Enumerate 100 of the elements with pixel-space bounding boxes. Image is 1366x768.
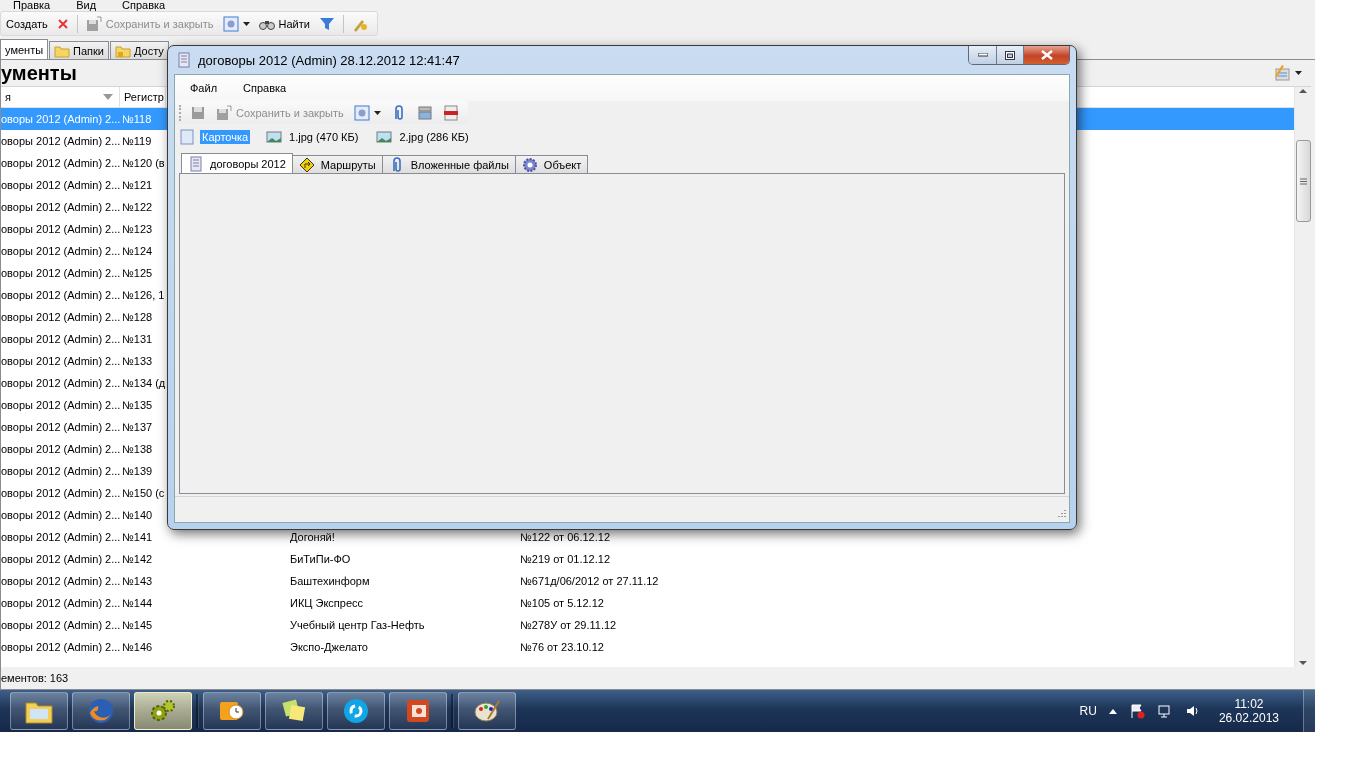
table-cell: Догоняй! — [290, 531, 335, 543]
taskbar-button[interactable] — [265, 692, 323, 730]
table-row[interactable]: оворы 2012 (Admin) 2...№142 БиТиПи-ФО №219 от 01.12.12 — [1, 548, 1294, 570]
table-cell: оворы 2012 (Admin) 2... — [1, 355, 121, 367]
table-cell: ИКЦ Экспресс — [290, 597, 364, 609]
settings-icon — [353, 104, 370, 121]
table-cell: №124 — [122, 245, 153, 257]
table-cell: Баштехинформ — [290, 575, 370, 587]
table-cell: №135 — [122, 399, 153, 411]
menu-item[interactable]: Справка — [243, 82, 287, 94]
table-cell: оворы 2012 (Admin) 2... — [1, 377, 121, 389]
close-icon — [1040, 50, 1053, 60]
table-row[interactable]: оворы 2012 (Admin) 2...№143 Баштехинформ №671д/06/2012 от 27.11.12 — [1, 570, 1294, 592]
table-cell: Экспо-Джелато — [290, 641, 368, 653]
taskbar-button[interactable] — [389, 692, 447, 730]
table-cell: оворы 2012 (Admin) 2... — [1, 333, 121, 345]
create-button[interactable]: Создать — [3, 15, 51, 32]
caret-icon — [1295, 71, 1302, 75]
table-cell: оворы 2012 (Admin) 2... — [1, 311, 121, 323]
table-cell: №146 — [122, 641, 153, 653]
table-cell: Учебный центр Газ-Нефть — [290, 619, 425, 631]
scroll-up-icon — [1299, 87, 1307, 95]
table-cell: №128 — [122, 311, 153, 323]
table-cell: БиТиПи-ФО — [290, 553, 351, 565]
table-cell: оворы 2012 (Admin) 2... — [1, 619, 121, 631]
clock-time: 11:02 — [1234, 697, 1264, 711]
taskbar-button[interactable] — [203, 692, 261, 730]
resize-grip-icon — [1056, 509, 1066, 519]
taskbar-button[interactable] — [134, 692, 192, 730]
maximize-button[interactable] — [996, 46, 1023, 64]
language-indicator[interactable]: RU — [1079, 704, 1097, 718]
table-cell: №105 от 5.12.12 — [520, 597, 604, 609]
status-text: ементов: 163 — [1, 672, 69, 684]
table-cell: №137 — [122, 421, 153, 433]
table-cell: №134 (д — [122, 377, 166, 389]
image-icon — [266, 128, 283, 145]
tab[interactable]: Маршруты — [291, 155, 383, 173]
table-cell: №219 от 01.12.12 — [520, 553, 610, 565]
globe-icon — [86, 697, 116, 725]
up-arrow-icon — [1108, 708, 1117, 714]
save-close-icon — [85, 15, 102, 32]
table-cell: оворы 2012 (Admin) 2... — [1, 421, 121, 433]
table-cell: №125 — [122, 267, 153, 279]
sort-arrow-icon — [103, 94, 113, 100]
table-cell: №123 — [122, 223, 153, 235]
save-close-icon — [216, 104, 232, 121]
table-cell: №131 — [122, 333, 153, 345]
table-cell: №133 — [122, 355, 153, 367]
menu-item[interactable]: Справка — [122, 0, 166, 10]
table-cell: оворы 2012 (Admin) 2... — [1, 465, 121, 477]
table-cell: №138 — [122, 443, 153, 455]
table-row[interactable]: оворы 2012 (Admin) 2...№145 Учебный центр Газ-Нефть №278У от 29.11.12 — [1, 614, 1294, 636]
table-cell: №122 — [122, 201, 153, 213]
table-cell: оворы 2012 (Admin) 2... — [1, 245, 121, 257]
tab[interactable]: Объект — [514, 155, 589, 173]
table-cell: оворы 2012 (Admin) 2... — [1, 553, 121, 565]
document-icon — [176, 52, 192, 68]
close-button[interactable] — [1023, 46, 1069, 64]
table-cell: №142 — [122, 553, 153, 565]
table-row[interactable]: оворы 2012 (Admin) 2...№144 ИКЦ Экспресс №105 от 5.12.12 — [1, 592, 1294, 614]
table-cell: №278У от 29.11.12 — [520, 619, 617, 631]
menu-item[interactable]: Правка — [13, 0, 51, 10]
table-cell: №76 от 23.10.12 — [520, 641, 604, 653]
taskbar-button[interactable] — [10, 692, 68, 730]
table-cell: оворы 2012 (Admin) 2... — [1, 641, 121, 653]
taskbar-button[interactable] — [327, 692, 385, 730]
taskbar-button[interactable] — [458, 692, 516, 730]
grip-icon — [1299, 177, 1307, 185]
menu-item[interactable]: Файл — [190, 82, 218, 94]
clock-date: 26.02.2013 — [1218, 711, 1279, 725]
document-icon — [179, 128, 195, 145]
table-cell: оворы 2012 (Admin) 2... — [1, 179, 121, 191]
speaker-icon — [1184, 703, 1201, 719]
table-cell: №118 — [122, 113, 152, 125]
filter-icon — [318, 15, 335, 32]
menu-item[interactable]: Вид — [76, 0, 97, 10]
table-cell: №121 — [122, 179, 153, 191]
table-row[interactable]: оворы 2012 (Admin) 2...№141 Догоняй! №122 от 06.12.12 — [1, 526, 1294, 548]
tab[interactable]: Вложенные файлы — [381, 155, 516, 173]
minimize-icon — [977, 53, 988, 57]
tab[interactable]: Досту — [110, 41, 169, 60]
table-cell: оворы 2012 (Admin) 2... — [1, 575, 121, 587]
table-cell: оворы 2012 (Admin) 2... — [1, 487, 121, 499]
attachment-item[interactable]: 1.jpg (470 КБ) — [266, 128, 361, 145]
table-cell: №122 от 06.12.12 — [520, 531, 610, 543]
window-title: договоры 2012 (Admin) 28.12.2012 12:41:47 — [198, 52, 461, 68]
table-row[interactable]: оворы 2012 (Admin) 2...№146 Экспо-Джелато №76 от 23.10.12 — [1, 636, 1294, 658]
tab[interactable]: договоры 2012 — [181, 153, 293, 173]
close-icon — [56, 17, 69, 30]
show-desktop-button[interactable] — [1303, 690, 1315, 732]
taskbar-button[interactable] — [72, 692, 130, 730]
table-cell: №140 — [122, 509, 153, 521]
table-cell: оворы 2012 (Admin) 2... — [1, 531, 121, 543]
find-button[interactable]: Найти — [255, 13, 313, 34]
tab[interactable]: ументы — [0, 39, 49, 60]
table-cell: оворы 2012 (Admin) 2... — [1, 113, 121, 125]
table-cell: оворы 2012 (Admin) 2... — [1, 157, 121, 169]
table-cell: оворы 2012 (Admin) 2... — [1, 399, 121, 411]
attachment-item[interactable]: 2.jpg (286 КБ) — [376, 128, 471, 145]
network-icon — [1156, 703, 1173, 719]
